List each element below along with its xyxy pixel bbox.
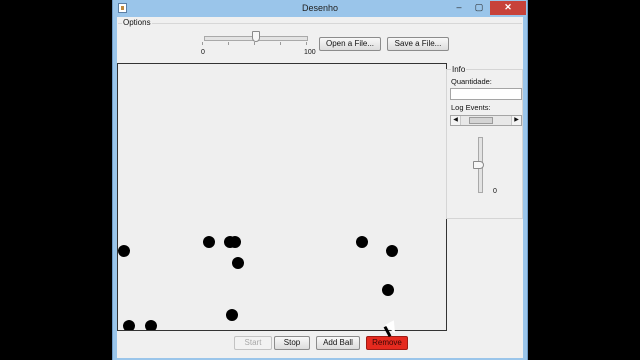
stop-button[interactable]: Stop [274,336,310,350]
remove-button[interactable]: Remove [366,336,408,350]
open-file-button[interactable]: Open a File... [319,37,381,51]
ball [226,309,238,321]
slider-thumb[interactable] [252,31,260,42]
quantity-field[interactable] [450,88,522,100]
scroll-right-icon[interactable]: ▶ [511,116,521,125]
ball [382,284,394,296]
app-window: Desenho – ▢ ✕ Options 0 100 Open a File.… [112,0,528,360]
ball [229,236,241,248]
ball [145,320,157,330]
ball [118,245,130,257]
options-title: Options [122,18,152,27]
scroll-thumb[interactable] [469,117,493,124]
close-icon[interactable]: ✕ [490,1,526,15]
options-slider[interactable] [202,31,310,45]
ball [356,236,368,248]
ball [232,257,244,269]
slider-ticks [202,42,310,45]
maximize-icon[interactable]: ▢ [468,1,490,15]
ball [386,245,398,257]
add-ball-button[interactable]: Add Ball [316,336,360,350]
ball [123,320,135,330]
content-pane: Options 0 100 Open a File... Save a File… [117,17,523,358]
info-title: Info [451,65,467,74]
vertical-slider-label: 0 [493,188,497,195]
title-bar: Desenho – ▢ ✕ [113,0,527,17]
options-border [118,23,522,24]
log-events-scrollbar[interactable]: ◀ ▶ [450,115,522,126]
quantity-label: Quantidade: [451,77,492,86]
minimize-icon[interactable]: – [448,1,470,15]
drawing-canvas[interactable] [117,63,447,331]
save-file-button[interactable]: Save a File... [387,37,449,51]
ball [203,236,215,248]
slider-min-label: 0 [201,49,205,56]
scroll-left-icon[interactable]: ◀ [451,116,461,125]
vertical-slider-thumb[interactable] [473,161,484,169]
slider-max-label: 100 [304,49,316,56]
vertical-slider[interactable] [473,137,484,193]
log-events-label: Log Events: [451,103,491,112]
start-button[interactable]: Start [234,336,272,350]
